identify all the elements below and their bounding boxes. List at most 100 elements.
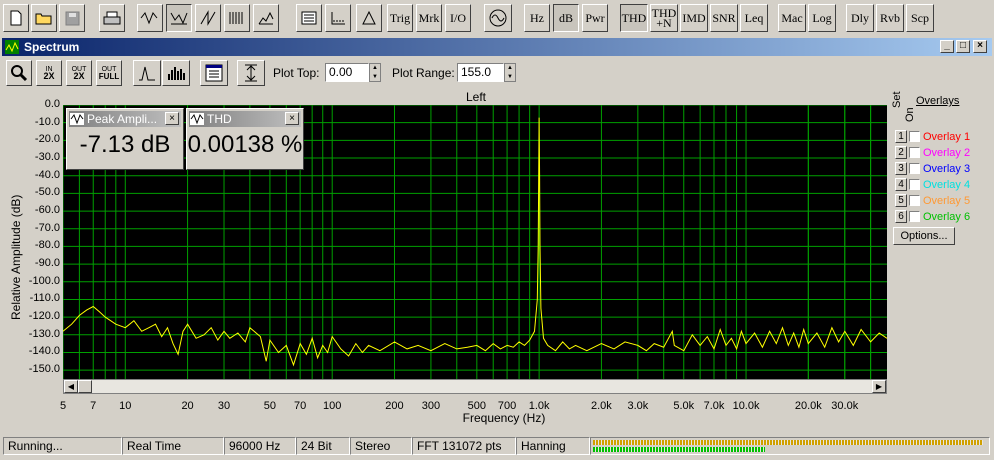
overlay-label: Overlay 2 <box>923 146 971 159</box>
toolbar-button-snr[interactable]: SNR <box>710 4 738 32</box>
plot-range-spinner[interactable]: ▲ ▼ <box>504 63 516 82</box>
overlay-row[interactable]: 1 Overlay 1 <box>895 129 970 144</box>
bar-view-button[interactable] <box>162 60 190 86</box>
level-bar-left <box>593 440 983 445</box>
status-bit-depth: 24 Bit <box>296 437 350 455</box>
x-tick-label: 10 <box>119 400 132 412</box>
overlay-row[interactable]: 3 Overlay 3 <box>895 161 970 176</box>
auto-scale-button[interactable] <box>237 60 265 86</box>
x-tick-label: 10.0k <box>732 400 760 412</box>
save-file-button[interactable] <box>59 4 85 32</box>
x-tick-label: 5.0k <box>673 400 695 412</box>
plot-top-spinner[interactable]: ▲ ▼ <box>369 63 381 82</box>
toolbar-label-trig: Trig <box>389 11 411 25</box>
toolbar-button-io[interactable]: I/O <box>445 4 471 32</box>
y-tick-label: -100.0 <box>28 274 60 287</box>
toolbar-button-pwr[interactable]: Pwr <box>582 4 608 32</box>
options-button[interactable]: Options... <box>893 227 955 245</box>
y-tick-label: 0.0 <box>44 98 60 110</box>
magnifier-icon <box>11 65 28 82</box>
spectrogram-button[interactable] <box>224 4 250 32</box>
meter-close-button[interactable]: × <box>165 112 179 125</box>
spectrum-button[interactable] <box>166 4 192 32</box>
maximize-button[interactable]: □ <box>956 40 970 53</box>
new-file-button[interactable] <box>3 4 29 32</box>
x-tick-label: 70 <box>294 400 307 412</box>
scroll-right-arrow[interactable]: ▶ <box>872 380 886 393</box>
overlay-set-button[interactable]: 6 <box>895 210 907 223</box>
scroll-thumb[interactable] <box>78 380 92 393</box>
toolbar-button-trig[interactable]: Trig <box>387 4 413 32</box>
y-axis-title: Relative Amplitude (dB) <box>9 194 23 320</box>
overlay-set-button[interactable]: 4 <box>895 178 907 191</box>
toolbar-button-mrk[interactable]: Mrk <box>416 4 442 32</box>
scale-button[interactable] <box>325 4 351 32</box>
x-tick-label: 5 <box>59 400 67 412</box>
x-tick-label: 20 <box>181 400 194 412</box>
zoom-button[interactable] <box>6 60 32 86</box>
meter-button[interactable] <box>296 4 322 32</box>
overlay-on-checkbox[interactable] <box>909 147 920 158</box>
overlay-on-checkbox[interactable] <box>909 179 920 190</box>
open-file-button[interactable] <box>31 4 57 32</box>
toolbar-button-thdn[interactable]: THD +N <box>650 4 678 32</box>
plot-top-input[interactable]: 0.00 <box>325 63 369 82</box>
toolbar-button-db[interactable]: dB <box>553 4 579 32</box>
peak-amplitude-value: -7.13 dB <box>79 131 171 158</box>
zoom-in-2x-button[interactable]: IN 2X <box>36 60 62 86</box>
line-view-button[interactable] <box>133 60 161 86</box>
phase-button[interactable] <box>356 4 382 32</box>
toolbar-label-log: Log <box>812 11 832 25</box>
overlay-on-checkbox[interactable] <box>909 195 920 206</box>
toolbar-button-thd[interactable]: THD <box>620 4 648 32</box>
toolbar-button-mac[interactable]: Mac <box>778 4 806 32</box>
status-channels: Stereo <box>350 437 412 455</box>
3d-button[interactable] <box>253 4 279 32</box>
toolbar-button-log[interactable]: Log <box>808 4 836 32</box>
y-tick-label: -30.0 <box>34 151 60 164</box>
level-meter <box>590 437 990 455</box>
oscillator-button[interactable] <box>484 4 512 32</box>
overlay-set-button[interactable]: 1 <box>895 130 907 143</box>
minimize-button[interactable]: _ <box>940 40 954 53</box>
scroll-left-arrow[interactable]: ◀ <box>64 380 78 393</box>
overlay-row[interactable]: 2 Overlay 2 <box>895 145 970 160</box>
overlay-set-button[interactable]: 3 <box>895 162 907 175</box>
overlay-row[interactable]: 5 Overlay 5 <box>895 193 970 208</box>
overlay-on-checkbox[interactable] <box>909 163 920 174</box>
toolbar-button-rvb[interactable]: Rvb <box>876 4 904 32</box>
save-disk-icon <box>65 11 79 25</box>
toolbar-button-dly[interactable]: Dly <box>846 4 874 32</box>
toolbar-label-leq: Leq <box>744 11 764 25</box>
plot-range-input[interactable]: 155.0 <box>457 63 504 82</box>
print-button[interactable] <box>99 4 125 32</box>
toolbar-label-pwr: Pwr <box>585 11 605 25</box>
x-tick-label: 20.0k <box>794 400 822 412</box>
meter-title: THD <box>207 112 232 126</box>
meter-close-button[interactable]: × <box>285 112 299 125</box>
overlay-set-button[interactable]: 2 <box>895 146 907 159</box>
overlay-row[interactable]: 6 Overlay 6 <box>895 209 970 224</box>
thd-meter[interactable]: THD × 0.00138 % <box>186 108 304 170</box>
peak-amplitude-meter[interactable]: Peak Ampli... × -7.13 dB <box>66 108 184 170</box>
record-button[interactable] <box>137 4 163 32</box>
horizontal-scrollbar[interactable]: ◀ ▶ <box>63 379 887 394</box>
close-button[interactable]: × <box>973 40 987 53</box>
printer-icon <box>103 11 121 24</box>
toolbar-label-mrk: Mrk <box>418 11 440 25</box>
toolbar-button-hz[interactable]: Hz <box>524 4 550 32</box>
properties-button[interactable] <box>200 60 228 86</box>
toolbar-button-imd[interactable]: IMD <box>680 4 708 32</box>
vertical-range-icon <box>245 64 257 82</box>
overlay-on-checkbox[interactable] <box>909 211 920 222</box>
generator-button[interactable] <box>195 4 221 32</box>
overlay-row[interactable]: 4 Overlay 4 <box>895 177 970 192</box>
overlay-on-checkbox[interactable] <box>909 131 920 142</box>
toolbar-label-io: I/O <box>450 11 466 25</box>
toolbar-button-leq[interactable]: Leq <box>740 4 768 32</box>
spectrum-window-titlebar[interactable]: Spectrum _ □ × <box>2 38 992 56</box>
zoom-full-button[interactable]: OUT FULL <box>96 60 122 86</box>
toolbar-button-scp[interactable]: Scp <box>906 4 934 32</box>
overlay-set-button[interactable]: 5 <box>895 194 907 207</box>
zoom-out-2x-button[interactable]: OUT 2X <box>66 60 92 86</box>
